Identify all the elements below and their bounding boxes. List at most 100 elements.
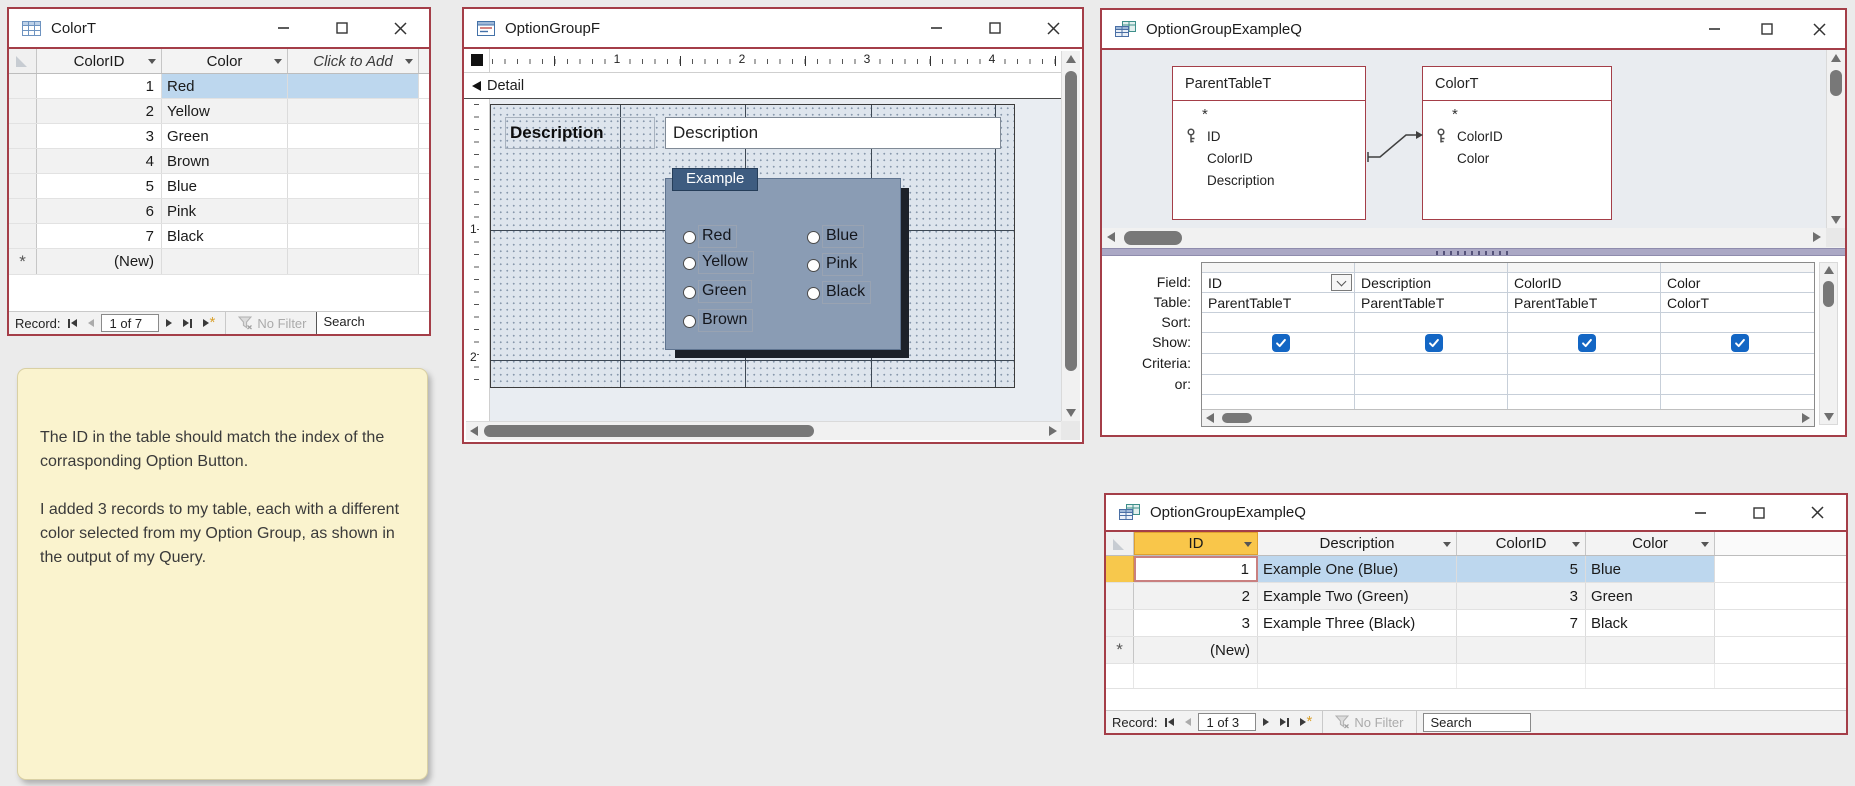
chevron-down-icon[interactable] — [1701, 541, 1709, 547]
or-cell[interactable] — [1202, 375, 1355, 394]
cell-color[interactable] — [162, 249, 288, 274]
cell-color[interactable]: Green — [1586, 583, 1715, 609]
column-header-colorid[interactable]: ColorID — [37, 49, 162, 73]
option-group-control[interactable]: Example Red Yellow Green Brown Blue Pink… — [665, 168, 901, 350]
option-group-caption[interactable]: Example — [672, 168, 759, 191]
maximize-button[interactable] — [1730, 495, 1788, 530]
field-item-id[interactable]: ID — [1173, 125, 1365, 147]
no-filter-button[interactable]: No Filter — [1329, 715, 1409, 730]
scrollbar-thumb[interactable] — [1222, 413, 1252, 423]
scroll-up-icon[interactable] — [1066, 55, 1076, 63]
cell-colorid[interactable]: 6 — [37, 199, 162, 223]
form-titlebar[interactable]: OptionGroupF — [464, 9, 1082, 47]
close-button[interactable] — [1024, 9, 1082, 47]
cell-clicktoadd[interactable] — [288, 124, 419, 148]
row-selector[interactable]: * — [1106, 637, 1134, 663]
cell-colorid[interactable]: 7 — [37, 224, 162, 248]
row-selector[interactable] — [9, 74, 37, 98]
column-header-colorid[interactable]: ColorID — [1457, 532, 1586, 555]
minimize-button[interactable] — [1689, 10, 1741, 48]
criteria-cell[interactable] — [1508, 354, 1661, 374]
colort-titlebar[interactable]: ColorT — [9, 9, 429, 47]
row-selector[interactable] — [9, 224, 37, 248]
scroll-down-icon[interactable] — [1066, 409, 1076, 417]
close-button[interactable] — [1793, 10, 1845, 48]
cell-id[interactable]: (New) — [1134, 637, 1258, 663]
scrollbar-thumb[interactable] — [1830, 70, 1842, 96]
detail-section-bar[interactable]: Detail — [464, 73, 1063, 99]
table-box-parenttablet[interactable]: ParentTableT * ID ColorID Description — [1172, 66, 1366, 220]
option-label[interactable]: Red — [698, 225, 738, 248]
cell-id[interactable]: 3 — [1134, 610, 1258, 636]
scroll-down-icon[interactable] — [1824, 413, 1834, 421]
maximize-button[interactable] — [966, 9, 1024, 47]
result-titlebar[interactable]: OptionGroupExampleQ — [1106, 495, 1846, 530]
row-selector[interactable]: * — [9, 249, 37, 274]
show-checkbox[interactable] — [1425, 334, 1443, 352]
cell-color[interactable]: Blue — [1586, 556, 1715, 582]
field-cell[interactable]: Description — [1355, 273, 1508, 292]
chevron-down-icon[interactable] — [1572, 541, 1580, 547]
column-header-id[interactable]: ID — [1134, 532, 1258, 555]
option-label[interactable]: Pink — [822, 253, 864, 276]
field-item-star[interactable]: * — [1423, 103, 1611, 125]
maximize-button[interactable] — [313, 9, 371, 47]
table-cell[interactable]: ParentTableT — [1202, 293, 1355, 312]
next-record-button[interactable] — [162, 312, 176, 334]
cell-clicktoadd[interactable] — [288, 74, 419, 98]
field-item-color[interactable]: Color — [1423, 147, 1611, 169]
table-box-colort[interactable]: ColorT * ColorID Color — [1422, 66, 1612, 220]
vertical-scrollbar[interactable] — [1061, 51, 1080, 421]
table-cell[interactable]: ColorT — [1661, 293, 1813, 312]
cell-colorid[interactable]: 5 — [1457, 556, 1586, 582]
scroll-down-icon[interactable] — [1831, 216, 1841, 224]
chevron-down-icon[interactable] — [148, 59, 156, 64]
diagram-horizontal-scrollbar[interactable] — [1102, 228, 1845, 248]
radio-button-icon[interactable] — [807, 287, 820, 300]
option-label[interactable]: Black — [822, 281, 872, 304]
scroll-left-icon[interactable] — [1206, 413, 1214, 423]
cell-colorid[interactable]: (New) — [37, 249, 162, 274]
cell-description[interactable] — [1258, 637, 1457, 663]
table-cell[interactable]: ParentTableT — [1508, 293, 1661, 312]
description-textbox-control[interactable]: Description — [665, 117, 1001, 149]
cell-id[interactable]: 1 — [1134, 556, 1258, 582]
search-input[interactable]: Search — [1422, 712, 1531, 732]
cell-colorid[interactable]: 2 — [37, 99, 162, 123]
show-checkbox[interactable] — [1578, 334, 1596, 352]
column-header-clicktoadd[interactable]: Click to Add — [288, 49, 419, 73]
pane-splitter[interactable] — [1102, 248, 1845, 256]
cell-color[interactable] — [1586, 637, 1715, 663]
field-cell[interactable]: ColorID — [1508, 273, 1661, 292]
row-selector[interactable] — [1106, 610, 1134, 636]
field-item-colorid[interactable]: ColorID — [1173, 147, 1365, 169]
grid-horizontal-scrollbar[interactable] — [1202, 409, 1814, 426]
cell-colorid[interactable]: 7 — [1457, 610, 1586, 636]
horizontal-scrollbar[interactable] — [466, 421, 1061, 440]
cell-color[interactable]: Brown — [162, 149, 288, 173]
chevron-down-icon[interactable] — [1443, 541, 1451, 547]
vertical-ruler[interactable]: 1 2 — [464, 99, 490, 423]
column-header-description[interactable]: Description — [1258, 532, 1457, 555]
radio-button-icon[interactable] — [683, 257, 696, 270]
cell-color[interactable]: Yellow — [162, 99, 288, 123]
cell-colorid[interactable]: 4 — [37, 149, 162, 173]
maximize-button[interactable] — [1741, 10, 1793, 48]
option-label[interactable]: Blue — [822, 225, 865, 248]
scroll-right-icon[interactable] — [1802, 413, 1810, 423]
last-record-button[interactable] — [179, 312, 196, 334]
row-selector[interactable] — [9, 199, 37, 223]
select-all-corner[interactable] — [1106, 532, 1134, 555]
option-label[interactable]: Brown — [698, 309, 754, 332]
search-input[interactable]: Search — [315, 312, 429, 334]
chevron-down-icon[interactable] — [405, 59, 413, 64]
chevron-down-icon[interactable] — [274, 59, 282, 64]
scroll-left-icon[interactable] — [470, 426, 478, 436]
radio-button-icon[interactable] — [683, 286, 696, 299]
cell-color[interactable]: Red — [162, 74, 288, 98]
radio-button-icon[interactable] — [807, 231, 820, 244]
cell-colorid[interactable]: 3 — [37, 124, 162, 148]
sort-cell[interactable] — [1661, 313, 1813, 332]
cell-colorid[interactable] — [1457, 637, 1586, 663]
table-box-title[interactable]: ParentTableT — [1173, 67, 1365, 101]
